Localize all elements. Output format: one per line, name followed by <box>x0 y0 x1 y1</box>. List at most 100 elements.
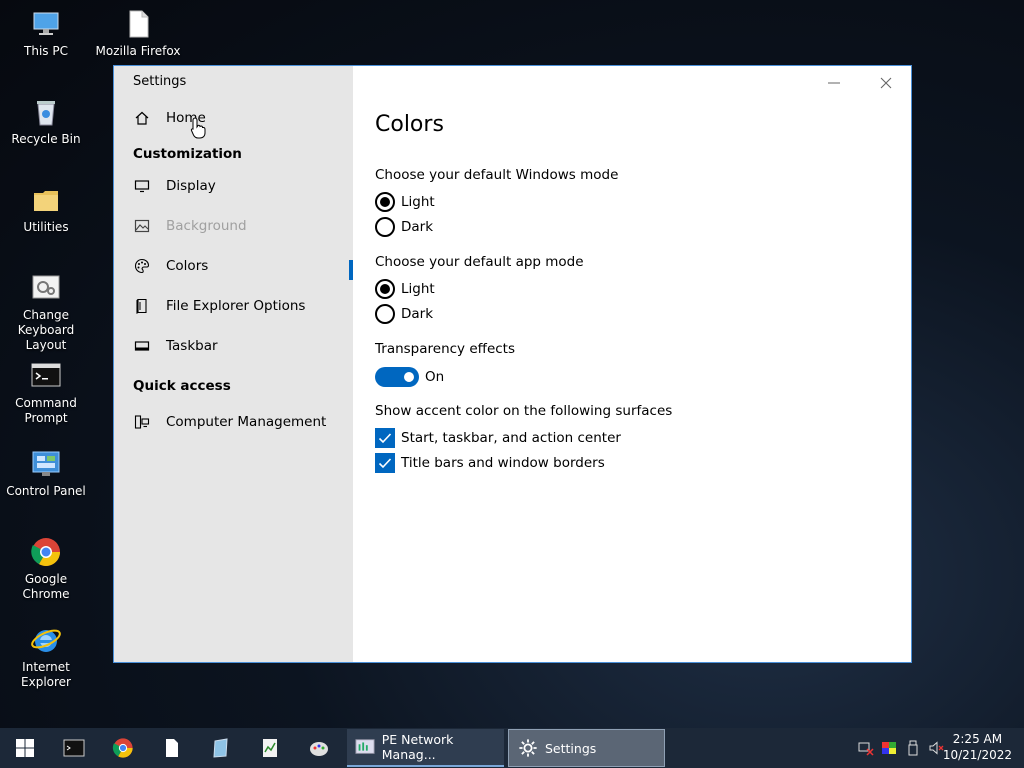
gear-icon <box>517 737 539 759</box>
content-pane: Colors Choose your default Windows mode … <box>353 66 911 662</box>
clock-time: 2:25 AM <box>952 732 1003 746</box>
windows-logo-icon <box>16 739 34 757</box>
radio-label: Dark <box>401 219 434 235</box>
transparency-label: Transparency effects <box>375 341 515 357</box>
desktop-icon-command-prompt[interactable]: Command Prompt <box>0 360 92 426</box>
start-button[interactable] <box>2 728 48 768</box>
task-label: PE Network Manag... <box>381 732 454 762</box>
computer-icon <box>30 8 62 40</box>
desktop-icon-control-panel[interactable]: Control Panel <box>0 448 92 499</box>
toggle-state-label: On <box>425 369 445 385</box>
radio-label: Light <box>401 281 435 297</box>
desktop-icon-chrome[interactable]: Google Chrome <box>0 536 92 602</box>
taskbar-app-4[interactable] <box>198 728 244 768</box>
settings-window: Settings Home Customization Display Back… <box>113 65 912 663</box>
radio-unselected <box>375 304 395 324</box>
checkmark-icon <box>375 428 395 448</box>
accent-start-taskbar-checkbox[interactable]: Start, taskbar, and action center <box>375 428 621 448</box>
computer-management-icon <box>134 414 150 430</box>
desktop-icon-label: Change Keyboard Layout <box>17 308 75 352</box>
home-icon <box>134 110 150 126</box>
accent-title-bars-checkbox[interactable]: Title bars and window borders <box>375 453 605 473</box>
chrome-icon <box>30 536 62 568</box>
sidebar-item-file-explorer-options[interactable]: File Explorer Options <box>114 288 353 324</box>
desktop-icon-this-pc[interactable]: This PC <box>0 8 92 59</box>
sidebar-item-background[interactable]: Background <box>114 208 353 244</box>
section-quick-access: Quick access <box>133 378 231 394</box>
task-label: Settings <box>545 740 597 756</box>
transparency-toggle[interactable] <box>375 367 419 387</box>
close-icon <box>880 77 892 89</box>
taskbar-icon <box>134 338 150 354</box>
file-icon <box>166 739 178 757</box>
windows-mode-light-radio[interactable]: Light <box>375 192 435 212</box>
app-mode-light-radio[interactable]: Light <box>375 279 435 299</box>
sidebar-item-computer-management[interactable]: Computer Management <box>114 404 353 440</box>
windows-mode-dark-radio[interactable]: Dark <box>375 217 433 237</box>
paint-icon <box>310 742 328 756</box>
desktop-icon-keyboard-layout[interactable]: Change Keyboard Layout <box>0 272 92 353</box>
desktop-icon-recycle-bin[interactable]: Recycle Bin <box>0 96 92 147</box>
internet-explorer-icon <box>30 624 62 656</box>
clock-date: 10/21/2022 <box>942 748 1012 762</box>
desktop-icon-label: Google Chrome <box>22 572 70 601</box>
radio-unselected <box>375 217 395 237</box>
desktop-icon-label: Internet Explorer <box>21 660 71 689</box>
taskbar-chrome[interactable] <box>100 728 146 768</box>
network-manager-icon <box>355 736 376 758</box>
app-mode-dark-radio[interactable]: Dark <box>375 304 433 324</box>
desktop-icon-label: Mozilla Firefox <box>95 44 181 58</box>
minimize-button[interactable] <box>819 70 849 96</box>
desktop-icon-label: Recycle Bin <box>11 132 81 146</box>
taskbar-app-5[interactable] <box>247 728 293 768</box>
taskbar-app-6[interactable] <box>296 728 342 768</box>
radio-selected <box>375 279 395 299</box>
section-customization: Customization <box>133 146 242 162</box>
system-clock[interactable]: 2:25 AM 10/21/2022 <box>943 731 1012 763</box>
file-icon <box>122 8 154 40</box>
monitor-icon <box>134 178 150 194</box>
taskbar-command-prompt[interactable] <box>51 728 97 768</box>
chrome-icon <box>112 738 133 758</box>
accent-label: Show accent color on the following surfa… <box>375 403 673 419</box>
taskbar-file[interactable] <box>149 728 195 768</box>
palette-icon <box>134 258 150 274</box>
desktop-icon-firefox[interactable]: Mozilla Firefox <box>92 8 184 59</box>
app-title: Settings <box>133 74 187 89</box>
checkbox-label: Title bars and window borders <box>401 455 605 471</box>
sidebar-item-label: File Explorer Options <box>166 298 306 314</box>
gears-icon <box>30 272 62 304</box>
tray-network-icon[interactable] <box>856 738 876 758</box>
radio-label: Dark <box>401 306 434 322</box>
sidebar-item-label: Taskbar <box>166 338 218 354</box>
taskbar-task-pe-network[interactable]: PE Network Manag... <box>347 729 504 767</box>
sidebar-item-label: Colors <box>166 258 209 274</box>
chart-document-icon <box>263 739 277 757</box>
desktop-icon-label: Utilities <box>23 220 69 234</box>
folder-icon <box>30 184 62 216</box>
desktop-icon-label: This PC <box>24 44 68 58</box>
desktop-icon-internet-explorer[interactable]: Internet Explorer <box>0 624 92 690</box>
sidebar-item-label: Background <box>166 218 247 234</box>
checkmark-icon <box>375 453 395 473</box>
close-button[interactable] <box>871 70 901 96</box>
sidebar-item-colors[interactable]: Colors <box>114 248 353 284</box>
minimize-icon <box>828 82 840 84</box>
image-icon <box>134 218 150 234</box>
tray-usb-icon[interactable] <box>903 738 923 758</box>
sidebar-item-label: Computer Management <box>166 414 327 430</box>
app-mode-label: Choose your default app mode <box>375 254 584 270</box>
recycle-bin-icon <box>30 96 62 128</box>
terminal-icon <box>63 739 85 757</box>
desktop-icon-utilities[interactable]: Utilities <box>0 184 92 235</box>
windows-mode-label: Choose your default Windows mode <box>375 167 619 183</box>
taskbar: PE Network Manag... Settings 2:25 AM 10/… <box>0 728 1024 768</box>
sidebar: Settings Home Customization Display Back… <box>114 66 353 662</box>
sidebar-item-home[interactable]: Home <box>114 100 353 136</box>
tray-display-icon[interactable] <box>879 738 899 758</box>
taskbar-task-settings[interactable]: Settings <box>508 729 665 767</box>
sidebar-item-display[interactable]: Display <box>114 168 353 204</box>
terminal-icon <box>30 360 62 392</box>
sidebar-item-taskbar[interactable]: Taskbar <box>114 328 353 364</box>
control-panel-icon <box>30 448 62 480</box>
